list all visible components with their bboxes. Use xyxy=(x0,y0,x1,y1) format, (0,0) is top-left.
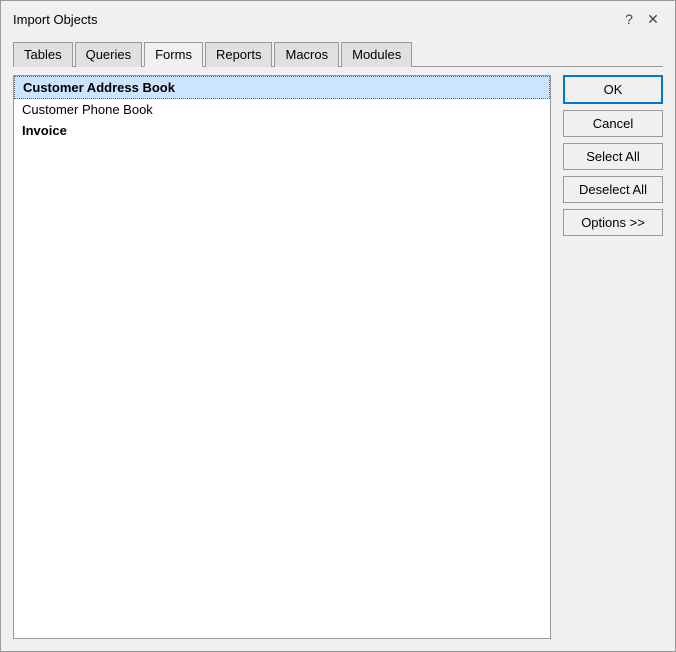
title-bar-controls: ? ✕ xyxy=(619,9,663,29)
cancel-button[interactable]: Cancel xyxy=(563,110,663,137)
tab-modules[interactable]: Modules xyxy=(341,42,412,67)
dialog-body: Tables Queries Forms Reports Macros Modu… xyxy=(1,33,675,651)
buttons-panel: OK Cancel Select All Deselect All Option… xyxy=(563,75,663,639)
dialog-title: Import Objects xyxy=(13,12,98,27)
select-all-button[interactable]: Select All xyxy=(563,143,663,170)
tab-tables[interactable]: Tables xyxy=(13,42,73,67)
list-item[interactable]: Customer Address Book xyxy=(14,76,550,99)
tab-bar: Tables Queries Forms Reports Macros Modu… xyxy=(13,41,663,67)
tab-macros[interactable]: Macros xyxy=(274,42,339,67)
import-objects-dialog: Import Objects ? ✕ Tables Queries Forms … xyxy=(0,0,676,652)
close-button[interactable]: ✕ xyxy=(643,9,663,29)
tab-reports[interactable]: Reports xyxy=(205,42,273,67)
title-bar-left: Import Objects xyxy=(13,12,98,27)
list-item[interactable]: Invoice xyxy=(14,120,550,141)
options-button[interactable]: Options >> xyxy=(563,209,663,236)
list-item[interactable]: Customer Phone Book xyxy=(14,99,550,120)
tab-queries[interactable]: Queries xyxy=(75,42,143,67)
object-list[interactable]: Customer Address Book Customer Phone Boo… xyxy=(13,75,551,639)
tab-forms[interactable]: Forms xyxy=(144,42,203,67)
title-bar: Import Objects ? ✕ xyxy=(1,1,675,33)
ok-button[interactable]: OK xyxy=(563,75,663,104)
help-button[interactable]: ? xyxy=(619,9,639,29)
content-area: Customer Address Book Customer Phone Boo… xyxy=(13,75,663,639)
deselect-all-button[interactable]: Deselect All xyxy=(563,176,663,203)
